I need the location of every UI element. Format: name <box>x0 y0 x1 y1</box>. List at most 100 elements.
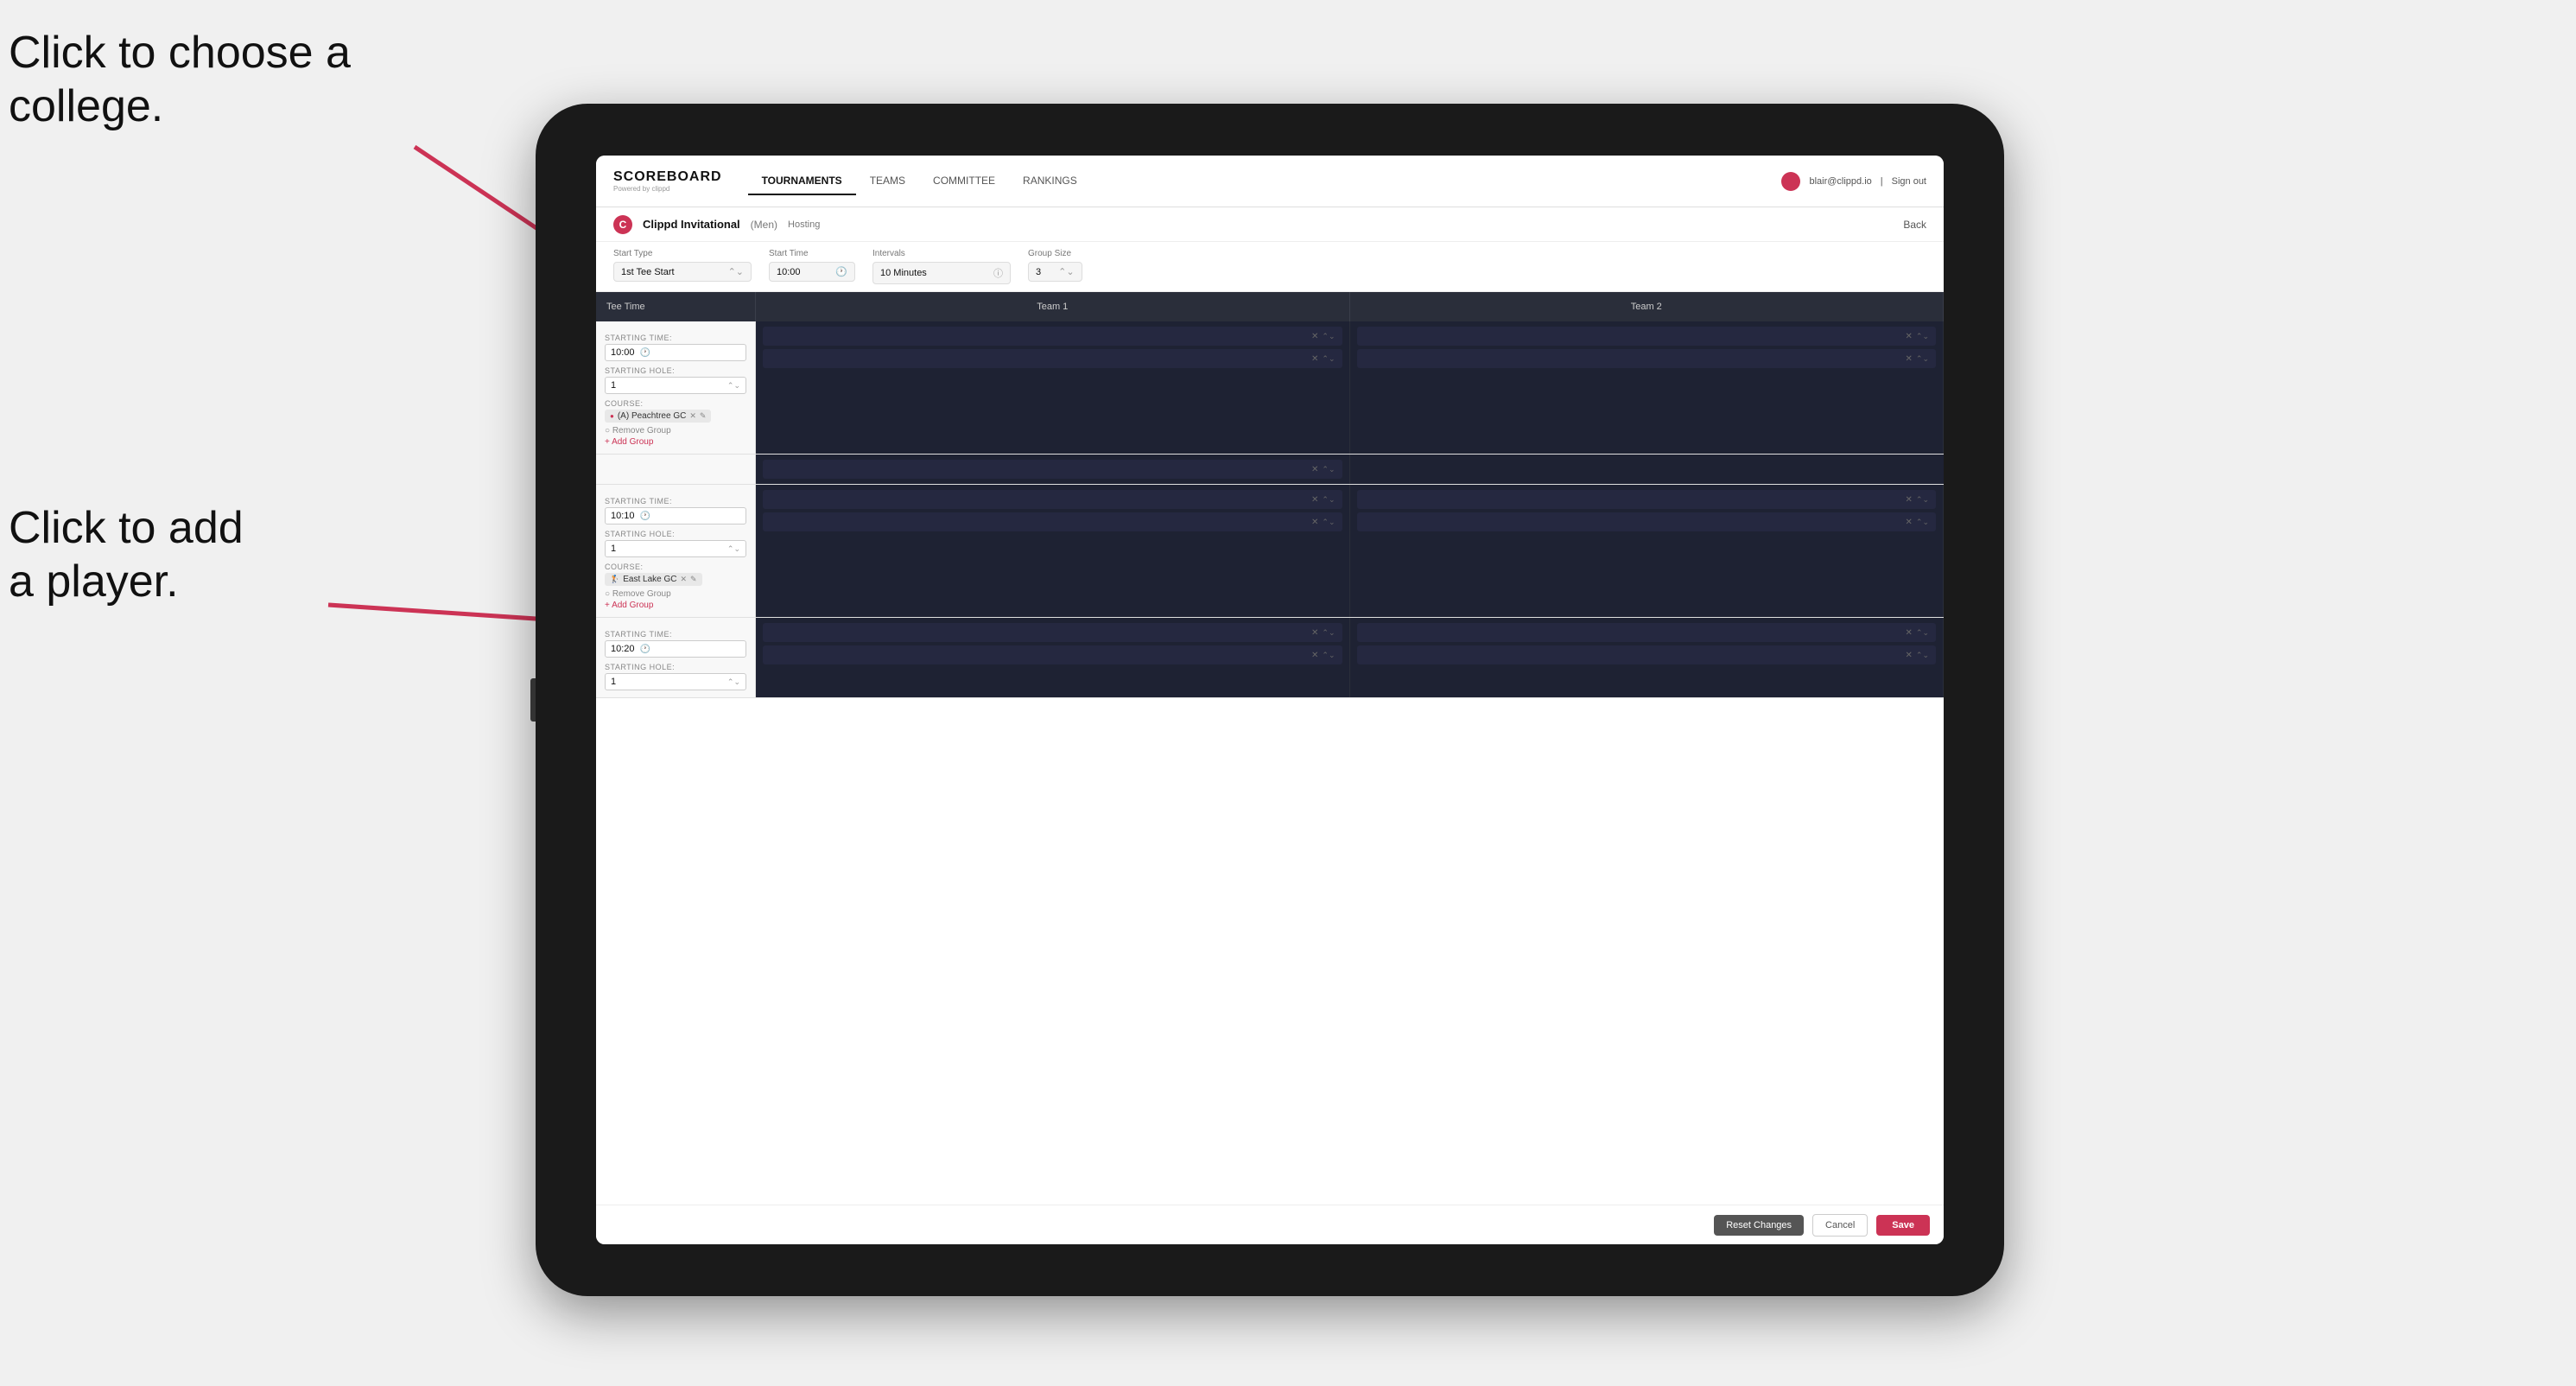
action-bar: Reset Changes Cancel Save <box>596 1205 1944 1244</box>
course-player-updown-1-1[interactable]: ⌃⌄ <box>1322 465 1335 474</box>
player-updown-1-1[interactable]: ⌃⌄ <box>1322 332 1335 341</box>
player-updown-6-1[interactable]: ⌃⌄ <box>1916 628 1929 638</box>
player-row-3-2[interactable]: ✕ ⌃⌄ <box>763 512 1342 531</box>
tablet-side-button <box>530 678 536 722</box>
table-header-row: Tee Time Team 1 Team 2 <box>596 292 1944 321</box>
player-remove-1-2[interactable]: ✕ <box>1311 354 1318 364</box>
reset-button[interactable]: Reset Changes <box>1714 1215 1804 1236</box>
course-edit-2[interactable]: ✎ <box>690 575 697 584</box>
start-type-select[interactable]: 1st Tee Start ⌃⌄ <box>613 262 752 282</box>
starting-time-input-2[interactable]: 10:10 🕐 <box>605 507 746 525</box>
player-remove-1-1[interactable]: ✕ <box>1311 332 1318 341</box>
app-header: SCOREBOARD Powered by clippd TOURNAMENTS… <box>596 156 1944 207</box>
player-updown-4-1[interactable]: ⌃⌄ <box>1916 495 1929 505</box>
starting-time-input-1[interactable]: 10:00 🕐 <box>605 344 746 361</box>
starting-time-input-3[interactable]: 10:20 🕐 <box>605 640 746 658</box>
tab-teams[interactable]: TEAMS <box>856 168 919 195</box>
player-row-1-2[interactable]: ✕ ⌃⌄ <box>763 349 1342 368</box>
course-label-1: COURSE: <box>605 399 746 408</box>
player-updown-2-1[interactable]: ⌃⌄ <box>1916 332 1929 341</box>
player-row-5-1[interactable]: ✕ ⌃⌄ <box>763 623 1342 642</box>
player-updown-6-2[interactable]: ⌃⌄ <box>1916 651 1929 660</box>
hole-arrows-1: ⌃⌄ <box>727 381 740 391</box>
tournament-name: Clippd Invitational <box>643 218 740 231</box>
tab-committee[interactable]: COMMITTEE <box>919 168 1009 195</box>
sign-out-link[interactable]: Sign out <box>1892 176 1926 187</box>
player-row-3-1[interactable]: ✕ ⌃⌄ <box>763 490 1342 509</box>
group-size-group: Group Size 3 ⌃⌄ <box>1028 249 1082 284</box>
group-left-2: STARTING TIME: 10:10 🕐 STARTING HOLE: 1 … <box>596 485 756 617</box>
player-row-2-2[interactable]: ✕ ⌃⌄ <box>1357 349 1937 368</box>
player-updown-2-2[interactable]: ⌃⌄ <box>1916 354 1929 364</box>
remove-group-2[interactable]: ○ Remove Group <box>605 589 746 599</box>
save-button[interactable]: Save <box>1876 1215 1930 1236</box>
course-edit-1[interactable]: ✎ <box>700 411 707 421</box>
start-time-label: Start Time <box>769 249 855 258</box>
start-time-select[interactable]: 10:00 🕐 <box>769 262 855 282</box>
starting-time-label-2: STARTING TIME: <box>605 497 746 505</box>
course-remove-1[interactable]: ✕ <box>689 411 696 421</box>
course-player-remove-1-1[interactable]: ✕ <box>1311 465 1318 474</box>
group-course-left-1 <box>596 455 756 484</box>
player-updown-4-2[interactable]: ⌃⌄ <box>1916 518 1929 527</box>
player-row-4-1[interactable]: ✕ ⌃⌄ <box>1357 490 1937 509</box>
annotation-player: Click to adda player. <box>9 501 244 609</box>
group-row-3: STARTING TIME: 10:20 🕐 STARTING HOLE: 1 … <box>596 618 1944 698</box>
player-remove-6-2[interactable]: ✕ <box>1906 651 1913 660</box>
starting-hole-input-2[interactable]: 1 ⌃⌄ <box>605 540 746 557</box>
player-row-4-2[interactable]: ✕ ⌃⌄ <box>1357 512 1937 531</box>
player-remove-4-2[interactable]: ✕ <box>1906 518 1913 527</box>
cancel-button[interactable]: Cancel <box>1812 1214 1868 1237</box>
course-name-1: (A) Peachtree GC <box>618 411 686 421</box>
course-name-2: East Lake GC <box>623 575 676 584</box>
annotation-college: Click to choose acollege. <box>9 26 351 134</box>
player-updown-1-2[interactable]: ⌃⌄ <box>1322 354 1335 364</box>
course-player-1-1[interactable]: ✕ ⌃⌄ <box>763 460 1342 479</box>
tab-tournaments[interactable]: TOURNAMENTS <box>748 168 856 195</box>
course-tag-1[interactable]: ● (A) Peachtree GC ✕ ✎ <box>605 410 711 423</box>
player-updown-5-2[interactable]: ⌃⌄ <box>1322 651 1335 660</box>
start-time-clock-icon: 🕐 <box>835 266 847 277</box>
player-row-6-2[interactable]: ✕ ⌃⌄ <box>1357 645 1937 664</box>
player-updown-3-2[interactable]: ⌃⌄ <box>1322 518 1335 527</box>
logo-title: SCOREBOARD <box>613 169 722 185</box>
start-type-value: 1st Tee Start <box>621 267 675 277</box>
start-time-group: Start Time 10:00 🕐 <box>769 249 855 284</box>
starting-hole-input-3[interactable]: 1 ⌃⌄ <box>605 673 746 690</box>
add-group-1[interactable]: + Add Group <box>605 437 746 447</box>
player-row-1-1[interactable]: ✕ ⌃⌄ <box>763 327 1342 346</box>
intervals-clock-icon: ⓘ <box>993 266 1003 280</box>
add-group-2[interactable]: + Add Group <box>605 601 746 610</box>
col-team1: Team 1 <box>756 292 1350 321</box>
tee-table: Tee Time Team 1 Team 2 STARTING TIME: 10… <box>596 292 1944 1205</box>
player-remove-6-1[interactable]: ✕ <box>1906 628 1913 638</box>
player-remove-4-1[interactable]: ✕ <box>1906 495 1913 505</box>
starting-hole-label-1: STARTING HOLE: <box>605 366 746 375</box>
player-remove-3-2[interactable]: ✕ <box>1311 518 1318 527</box>
course-tag-2[interactable]: 🏌️ East Lake GC ✕ ✎ <box>605 573 702 586</box>
player-row-5-2[interactable]: ✕ ⌃⌄ <box>763 645 1342 664</box>
player-row-6-1[interactable]: ✕ ⌃⌄ <box>1357 623 1937 642</box>
group-size-chevron: ⌃⌄ <box>1058 266 1074 277</box>
start-type-group: Start Type 1st Tee Start ⌃⌄ <box>613 249 752 284</box>
player-remove-2-2[interactable]: ✕ <box>1906 354 1913 364</box>
group-course-row-1: ✕ ⌃⌄ <box>596 455 1944 485</box>
player-updown-3-1[interactable]: ⌃⌄ <box>1322 495 1335 505</box>
intervals-select[interactable]: 10 Minutes ⓘ <box>872 262 1011 284</box>
start-type-label: Start Type <box>613 249 752 258</box>
group-size-select[interactable]: 3 ⌃⌄ <box>1028 262 1082 282</box>
player-remove-2-1[interactable]: ✕ <box>1906 332 1913 341</box>
team1-cell-2: ✕ ⌃⌄ ✕ ⌃⌄ <box>756 485 1350 617</box>
group-course-team1-1: ✕ ⌃⌄ <box>756 455 1350 484</box>
remove-group-1[interactable]: ○ Remove Group <box>605 426 746 436</box>
back-button[interactable]: Back <box>1903 219 1926 231</box>
clippd-logo: C <box>613 215 632 234</box>
player-remove-5-1[interactable]: ✕ <box>1311 628 1318 638</box>
player-remove-3-1[interactable]: ✕ <box>1311 495 1318 505</box>
player-updown-5-1[interactable]: ⌃⌄ <box>1322 628 1335 638</box>
player-row-2-1[interactable]: ✕ ⌃⌄ <box>1357 327 1937 346</box>
starting-hole-input-1[interactable]: 1 ⌃⌄ <box>605 377 746 394</box>
course-remove-2[interactable]: ✕ <box>680 575 687 584</box>
player-remove-5-2[interactable]: ✕ <box>1311 651 1318 660</box>
tab-rankings[interactable]: RANKINGS <box>1009 168 1091 195</box>
